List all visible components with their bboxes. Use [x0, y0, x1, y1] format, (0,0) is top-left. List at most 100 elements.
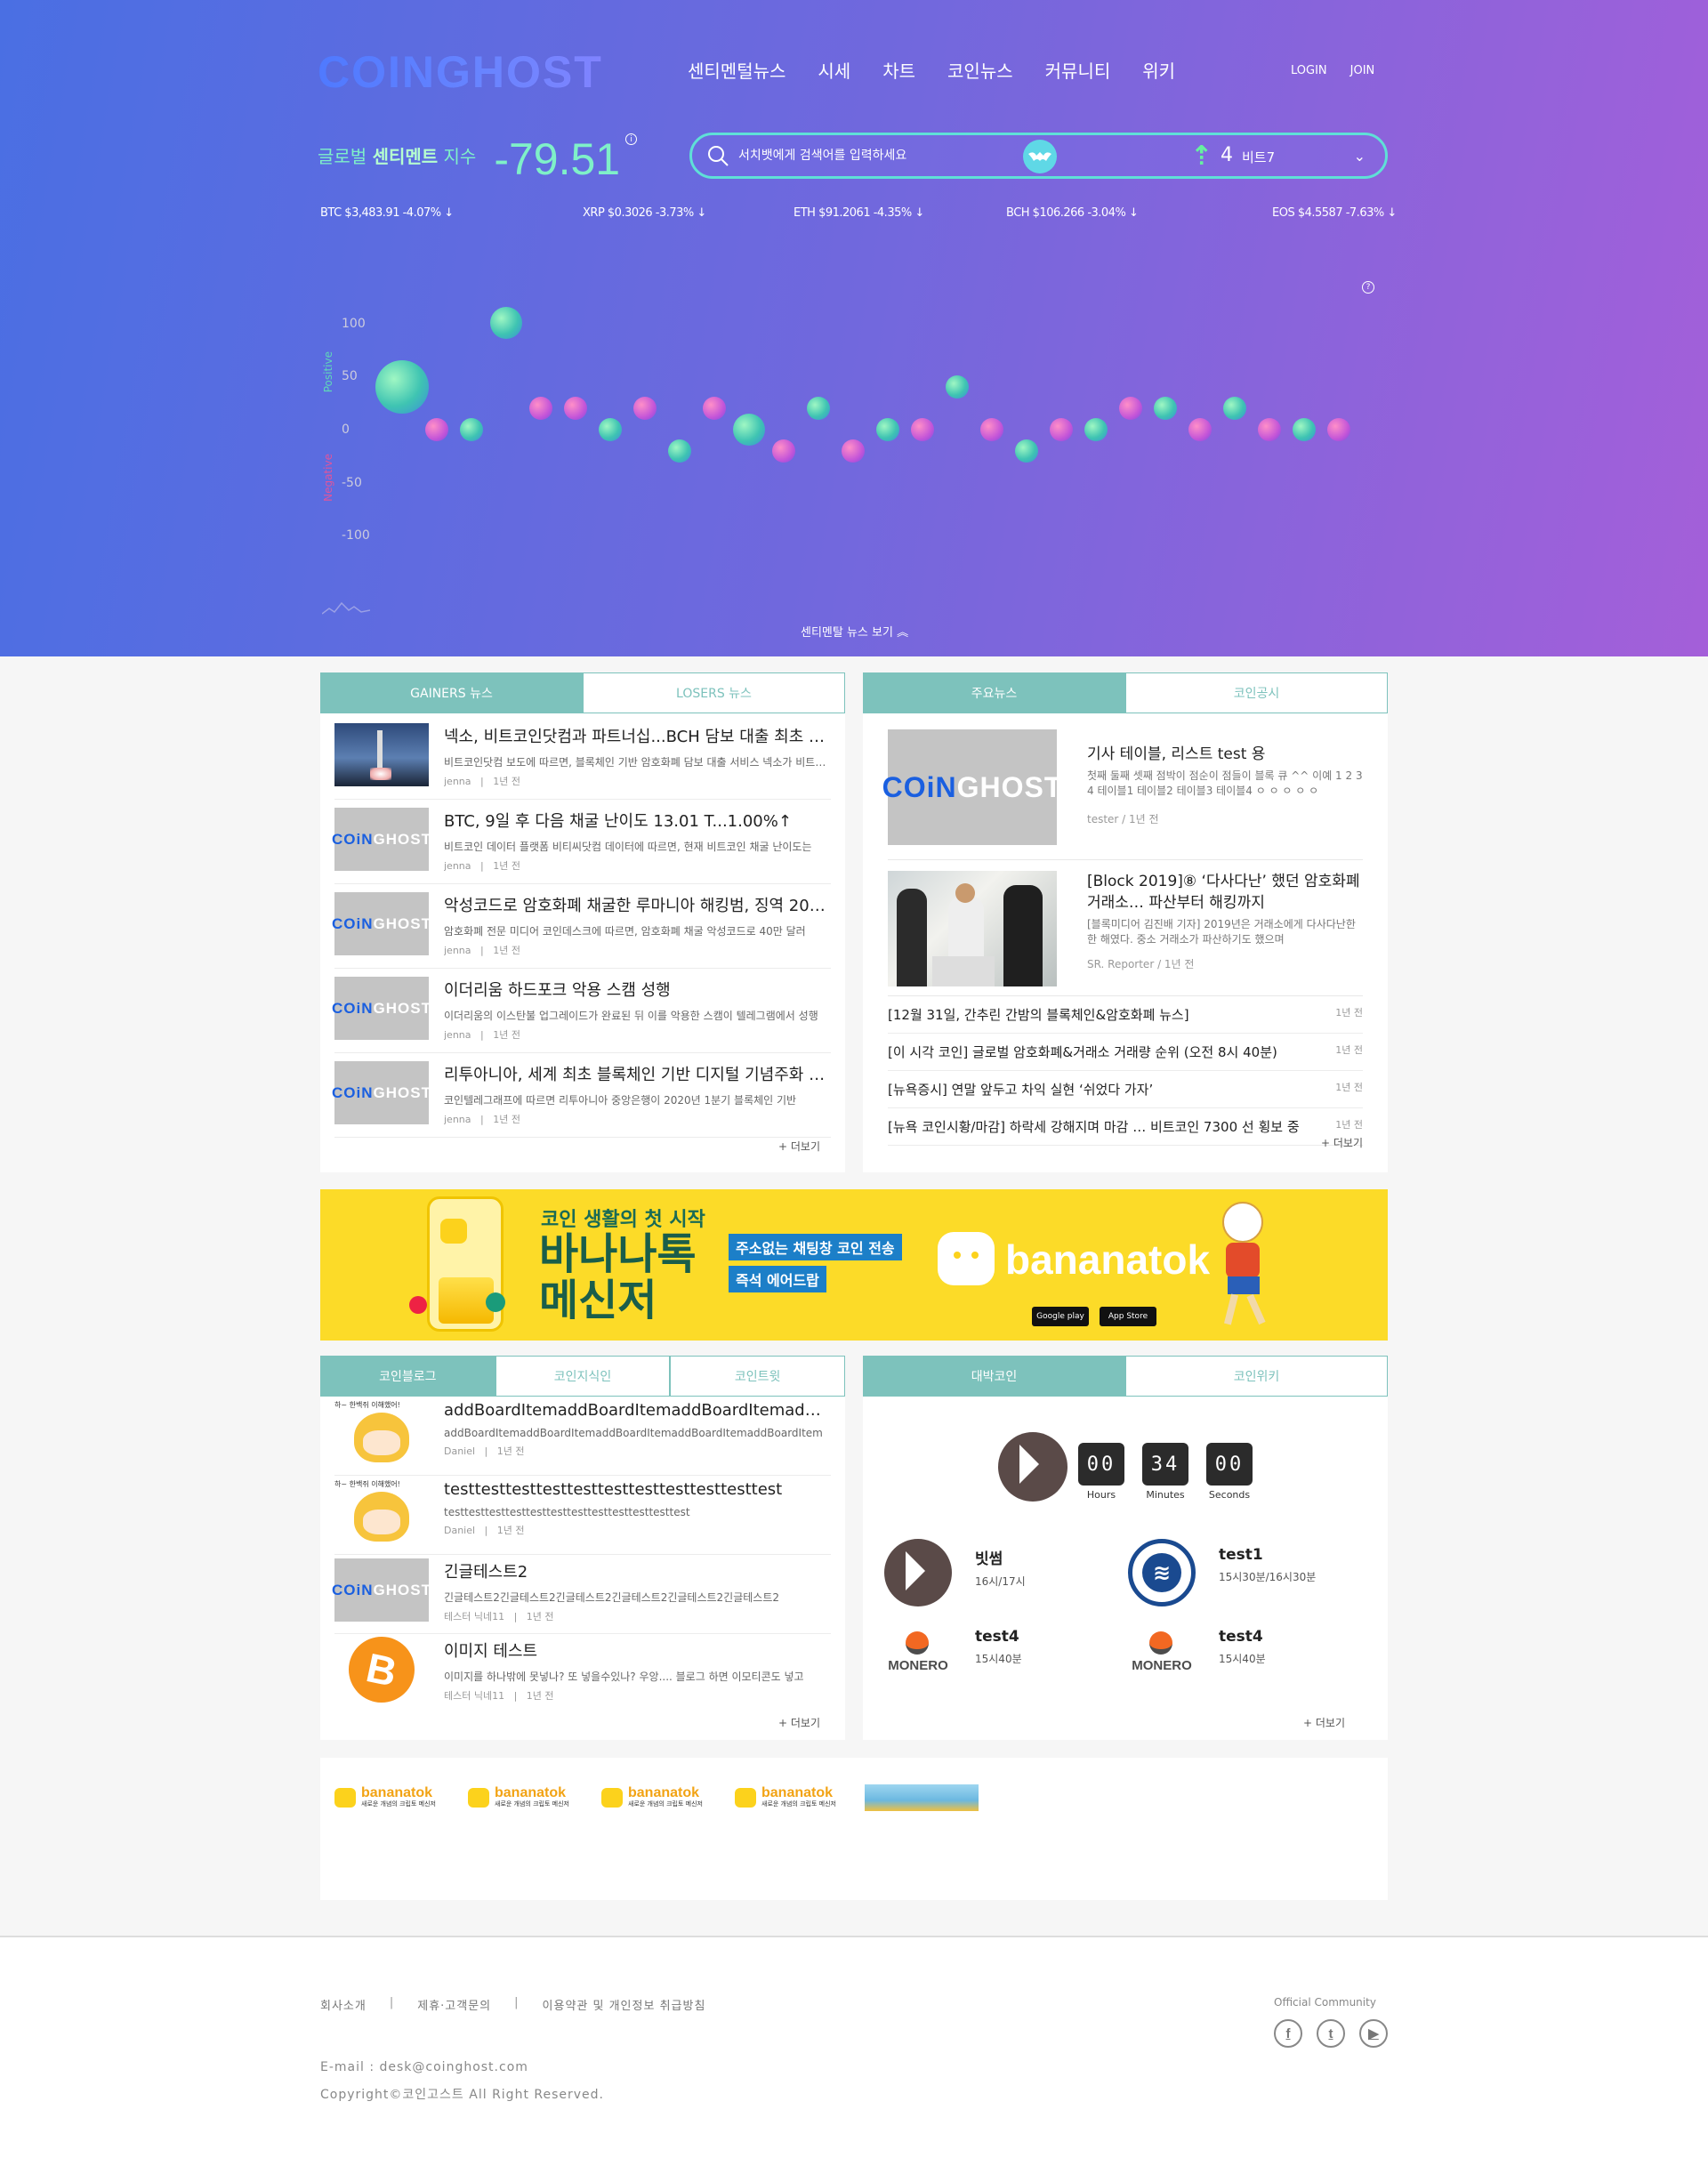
chart-bubble[interactable]	[490, 307, 522, 339]
tab-coin-blog[interactable]: 코인블로그	[320, 1356, 495, 1397]
google-play-badge[interactable]: Google play	[1032, 1307, 1089, 1326]
nav-wiki[interactable]: 위키	[1142, 57, 1175, 83]
list-item[interactable]: COiN GHOST BTC, 9일 후 다음 채굴 난이도 13.01 T...…	[332, 800, 831, 884]
big-coin-item[interactable]: MONERO test4 15시40분	[884, 1628, 1021, 1681]
bananatok-mini-ad[interactable]: bananatok 새로운 개념의 크립토 메신저	[468, 1781, 579, 1815]
ticker-btc[interactable]: BTC $3,483.91 -4.07% ↓	[320, 206, 454, 220]
tab-coin-notice[interactable]: 코인공시	[1125, 672, 1388, 713]
footer-link-terms[interactable]: 이용약관 및 개인정보 취급방침	[543, 1996, 706, 2013]
chart-bubble[interactable]	[1223, 397, 1246, 420]
chart-bubble[interactable]	[1119, 397, 1142, 420]
ticker-xrp[interactable]: XRP $0.3026 -3.73% ↓	[583, 206, 706, 220]
tab-coin-wiki[interactable]: 코인위키	[1125, 1356, 1388, 1397]
twitter-icon[interactable]: t	[1317, 2019, 1345, 2048]
site-logo[interactable]: COINGHOST	[318, 46, 603, 98]
search-input[interactable]	[738, 149, 1005, 163]
nav-sentiment-news[interactable]: 센티멘털뉴스	[688, 57, 786, 83]
tab-main-news[interactable]: 주요뉴스	[863, 672, 1125, 713]
nav-prices[interactable]: 시세	[818, 57, 850, 83]
footer-link-about[interactable]: 회사소개	[320, 1996, 367, 2013]
youtube-icon[interactable]: ▶	[1359, 2019, 1388, 2048]
ticker-bch[interactable]: BCH $106.266 -3.04% ↓	[1006, 206, 1139, 220]
featured-news-item[interactable]: COiN GHOST 기사 테이블, 리스트 test 용 첫째 둘째 셋째 점박…	[882, 713, 1363, 860]
blog-more-link[interactable]: + 더보기	[778, 1715, 820, 1730]
app-store-badge[interactable]: App Store	[1100, 1307, 1156, 1326]
footer-link-contact[interactable]: 제휴·고객문의	[417, 1996, 491, 2013]
chart-bubble[interactable]	[733, 414, 765, 446]
news-meta: jenna | 1년 전	[444, 776, 520, 787]
partner-ad-thumbnail[interactable]	[865, 1784, 979, 1811]
list-item[interactable]: [뉴욕증시] 연말 앞두고 차익 실현 ‘쉬었다 가자’ 1년 전	[888, 1071, 1363, 1108]
sentiment-news-link[interactable]: 센티멘탈 뉴스 보기 ︽	[801, 623, 908, 640]
chevron-down-icon[interactable]: ⌄	[1354, 148, 1366, 165]
chart-bubble[interactable]	[1154, 397, 1177, 420]
bananatok-banner[interactable]: 코인 생활의 첫 시작 바나나톡 메신저 주소없는 채팅창 코인 전송 즉석 에…	[320, 1189, 1388, 1341]
nav-community[interactable]: 커뮤니티	[1045, 57, 1111, 83]
featured-news-item[interactable]: [Block 2019]⑧ ‘다사다난’ 했던 암호화폐 거래소… 파산부터 해…	[888, 860, 1363, 996]
search-icon[interactable]	[706, 144, 729, 167]
nav-coin-news[interactable]: 코인뉴스	[947, 57, 1013, 83]
chart-bubble[interactable]	[946, 375, 969, 399]
facebook-icon[interactable]: f	[1274, 2019, 1302, 2048]
chart-bubble[interactable]	[1084, 418, 1108, 441]
chart-bubble[interactable]	[1188, 418, 1212, 441]
chart-bubble[interactable]	[529, 397, 552, 420]
chart-bubble[interactable]	[842, 439, 865, 463]
bananatok-mini-ad[interactable]: bananatok 새로운 개념의 크립토 메신저	[601, 1781, 713, 1815]
chart-bubble[interactable]	[1293, 418, 1316, 441]
join-link[interactable]: JOIN	[1350, 64, 1375, 77]
nav-charts[interactable]: 차트	[882, 57, 915, 83]
big-coin-more-link[interactable]: + 더보기	[1303, 1715, 1345, 1730]
ticker-eth[interactable]: ETH $91.2061 -4.35% ↓	[794, 206, 924, 220]
big-coin-item[interactable]: MONERO test4 15시40분	[1128, 1628, 1266, 1681]
blog-tabs: 코인블로그 코인지식인 코인트윗	[320, 1356, 846, 1397]
list-item[interactable]: [뉴욕 코인시황/마감] 하락세 강해지며 마감 … 비트코인 7300 선 횡…	[888, 1108, 1363, 1146]
chart-bubble[interactable]	[807, 397, 830, 420]
chart-bubble[interactable]	[668, 439, 691, 463]
coin-time: 15시40분	[1219, 1653, 1266, 1665]
chart-bubble[interactable]	[1015, 439, 1038, 463]
search-bat-icon[interactable]	[1023, 140, 1057, 173]
tab-losers[interactable]: LOSERS 뉴스	[583, 672, 845, 713]
chart-bubble[interactable]	[703, 397, 726, 420]
list-item[interactable]: 하~ 한백쥐 이해했어! testtesttesttesttesttesttes…	[334, 1476, 831, 1555]
chart-bubble[interactable]	[980, 418, 1003, 441]
chart-bubble[interactable]	[460, 418, 483, 441]
tab-big-coin[interactable]: 대박코인	[863, 1356, 1125, 1397]
bananatok-mini-ad[interactable]: bananatok 새로운 개념의 크립토 메신저	[735, 1781, 846, 1815]
list-item[interactable]: B 이미지 테스트 이미지를 하나밖에 못넣나? 또 넣을수있나? 우앙....…	[334, 1630, 831, 1713]
chart-bubble[interactable]	[876, 418, 899, 441]
login-link[interactable]: LOGIN	[1291, 64, 1327, 77]
gainers-more-link[interactable]: + 더보기	[778, 1139, 820, 1154]
chart-bubble[interactable]	[1258, 418, 1281, 441]
help-icon[interactable]: ?	[1362, 281, 1374, 294]
big-coin-item[interactable]: ≋ test1 15시30분/16시30분	[1128, 1539, 1316, 1606]
chart-bubble[interactable]	[599, 418, 622, 441]
info-icon[interactable]: i	[625, 133, 638, 145]
sentiment-value: -79.51	[494, 134, 621, 184]
chart-bubble[interactable]	[772, 439, 795, 463]
main-news-more-link[interactable]: + 더보기	[1321, 1135, 1363, 1150]
list-item[interactable]: [이 시각 코인] 글로벌 암호화폐&거래소 거래량 순위 (오전 8시 40분…	[888, 1034, 1363, 1071]
chart-bubble[interactable]	[375, 360, 429, 414]
chart-bubble[interactable]	[911, 418, 934, 441]
chart-bubble[interactable]	[1327, 418, 1350, 441]
list-item[interactable]: [12월 31일, 간추린 간밤의 블록체인&암호화폐 뉴스] 1년 전	[888, 996, 1363, 1034]
tab-gainers[interactable]: GAINERS 뉴스	[320, 672, 583, 713]
tab-coin-tweet[interactable]: 코인트윗	[670, 1356, 846, 1397]
tab-coin-qna[interactable]: 코인지식인	[495, 1356, 671, 1397]
list-item[interactable]: COiN GHOST 악성코드로 암호화폐 채굴한 루마니아 해킹범, 징역 20…	[332, 884, 831, 969]
news-time: 1년 전	[493, 1029, 520, 1041]
list-item[interactable]: COiN GHOST 이더리움 하드포크 악용 스캠 성행 이더리움의 이스탄불 …	[332, 969, 831, 1053]
list-item[interactable]: 넥소, 비트코인닷컴과 파트너십...BCH 담보 대출 최초 지원 비트코인닷…	[334, 715, 831, 800]
chart-bubble[interactable]	[425, 418, 448, 441]
chart-bubble[interactable]	[1050, 418, 1073, 441]
list-item[interactable]: 하~ 한백쥐 이해했어! addBoardItemaddBoardItemadd…	[334, 1397, 831, 1476]
chart-bubble[interactable]	[633, 397, 657, 420]
list-item[interactable]: COiN GHOST 리투아니아, 세계 최초 블록체인 기반 디지털 기념주화 …	[332, 1053, 831, 1138]
big-coin-item[interactable]: 빗썸 16시/17시	[884, 1539, 1026, 1606]
ticker-eos[interactable]: EOS $4.5587 -7.63% ↓	[1272, 206, 1397, 220]
chart-bubble[interactable]	[564, 397, 587, 420]
list-item[interactable]: COiN GHOST 긴글테스트2 긴글테스트2긴글테스트2긴글테스트2긴글테스트…	[332, 1555, 831, 1634]
bananatok-mini-ad[interactable]: bananatok 새로운 개념의 크립토 메신저	[334, 1781, 446, 1815]
